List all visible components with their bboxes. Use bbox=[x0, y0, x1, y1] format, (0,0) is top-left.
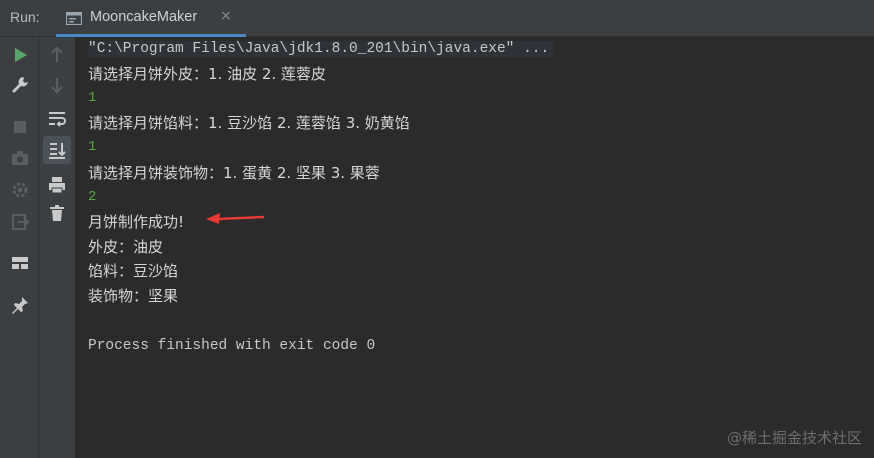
close-icon[interactable]: × bbox=[220, 8, 232, 24]
console-input-line: 1 bbox=[88, 139, 97, 155]
tab-title: MooncakeMaker bbox=[90, 9, 198, 25]
red-arrow-annotation bbox=[206, 213, 265, 224]
process-finished-line: Process finished with exit code 0 bbox=[88, 338, 376, 354]
wrench-icon[interactable] bbox=[10, 75, 30, 95]
tab-mooncakemaker[interactable]: MooncakeMaker × bbox=[56, 0, 246, 37]
run-toolbar: Run: MooncakeMaker × bbox=[0, 0, 874, 37]
down-arrow-icon[interactable] bbox=[47, 75, 67, 95]
console-line: 装饰物：坚果 bbox=[88, 287, 179, 305]
console-line-success: 月饼制作成功! bbox=[88, 213, 185, 231]
console-command: "C:\Program Files\Java\jdk1.8.0_201\bin\… bbox=[88, 38, 554, 57]
print-icon[interactable] bbox=[47, 175, 67, 195]
scroll-to-end-icon[interactable] bbox=[47, 140, 67, 160]
layout-icon[interactable] bbox=[10, 253, 30, 273]
exit-icon[interactable] bbox=[10, 212, 30, 232]
console-input-line: 1 bbox=[88, 90, 97, 106]
camera-icon[interactable] bbox=[10, 148, 30, 168]
settings-gear-icon[interactable] bbox=[10, 180, 30, 200]
console-line: 请选择月饼外皮：1. 油皮 2. 莲蓉皮 bbox=[88, 65, 326, 83]
console-input-line: 2 bbox=[88, 189, 97, 205]
right-toolbar bbox=[39, 37, 76, 458]
run-label: Run: bbox=[10, 9, 40, 25]
console-line: 请选择月饼装饰物：1. 蛋黄 2. 坚果 3. 果蓉 bbox=[88, 164, 380, 182]
soft-wrap-icon[interactable] bbox=[47, 109, 67, 129]
up-arrow-icon[interactable] bbox=[47, 45, 67, 65]
left-toolbar bbox=[0, 37, 39, 458]
trash-icon[interactable] bbox=[47, 203, 67, 223]
console-line: 馅料：豆沙馅 bbox=[88, 262, 179, 280]
console-line: 外皮：油皮 bbox=[88, 238, 164, 256]
run-config-icon bbox=[65, 10, 83, 26]
console-output[interactable]: "C:\Program Files\Java\jdk1.8.0_201\bin\… bbox=[88, 38, 874, 458]
run-icon[interactable] bbox=[10, 45, 30, 65]
pin-icon[interactable] bbox=[10, 295, 30, 315]
command-line: "C:\Program Files\Java\jdk1.8.0_201\bin\… bbox=[88, 41, 554, 57]
console-line: 请选择月饼馅料：1. 豆沙馅 2. 莲蓉馅 3. 奶黄馅 bbox=[88, 114, 410, 132]
stop-icon[interactable] bbox=[10, 117, 30, 137]
watermark: @稀土掘金技术社区 bbox=[726, 429, 862, 447]
